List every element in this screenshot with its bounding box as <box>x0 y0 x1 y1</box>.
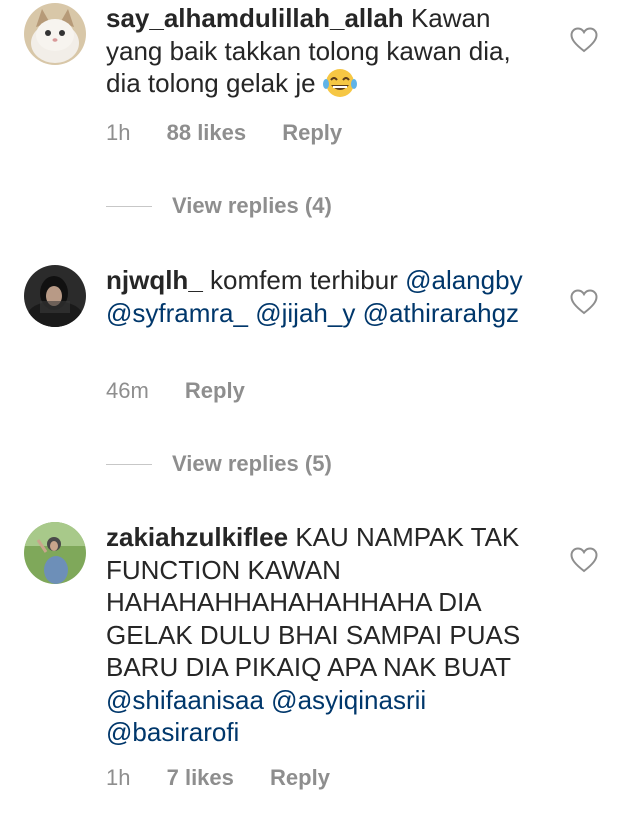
reply-button[interactable]: Reply <box>270 765 330 790</box>
comment-meta: 1h 88 likes Reply <box>106 120 372 146</box>
mention-link[interactable]: @asyiqinasrii <box>271 685 426 715</box>
comment-username[interactable]: zakiahzulkiflee <box>106 522 288 552</box>
laughing-emoji-icon <box>322 69 357 97</box>
heart-outline-icon[interactable] <box>570 547 598 573</box>
view-replies-button[interactable]: View replies (4) <box>106 191 332 221</box>
comment-time: 1h <box>106 120 131 145</box>
avatar-outdoor[interactable] <box>24 522 86 584</box>
mention-link[interactable]: @jijah_y <box>255 298 355 328</box>
view-replies-label: View replies (5) <box>172 451 332 476</box>
reply-button[interactable]: Reply <box>282 120 342 145</box>
view-replies-button[interactable]: View replies (5) <box>106 449 332 479</box>
comment-time: 46m <box>106 378 149 403</box>
comment-likes[interactable]: 88 likes <box>167 120 247 145</box>
comment-text: say_alhamdulillah_allah Kawan yang baik … <box>106 2 546 100</box>
comment-time: 1h <box>106 765 131 790</box>
comment-username[interactable]: njwqlh_ <box>106 265 203 295</box>
mention-link[interactable]: @shifaanisaa <box>106 685 264 715</box>
avatar-cat[interactable] <box>24 3 86 65</box>
heart-outline-icon[interactable] <box>570 289 598 315</box>
mention-link[interactable]: @alangby <box>405 265 522 295</box>
avatar-hijab-dark[interactable] <box>24 265 86 327</box>
comment-text: njwqlh_ komfem terhibur @alangby @syfram… <box>106 264 546 329</box>
mention-link[interactable]: @syframra_ <box>106 298 248 328</box>
heart-outline-icon[interactable] <box>570 27 598 53</box>
avatar-image <box>24 3 86 65</box>
comment-meta: 1h 7 likes Reply <box>106 765 360 791</box>
comment-body: komfem terhibur <box>210 265 398 295</box>
view-replies-label: View replies (4) <box>172 193 332 218</box>
reply-button[interactable]: Reply <box>185 378 245 403</box>
comment-meta: 46m Reply <box>106 378 275 404</box>
mention-link[interactable]: @basirarofi <box>106 717 239 747</box>
avatar-image <box>24 522 86 584</box>
view-replies-divider <box>106 463 152 465</box>
avatar-image <box>24 265 86 327</box>
comment-username[interactable]: say_alhamdulillah_allah <box>106 3 404 33</box>
view-replies-divider <box>106 205 152 207</box>
comment-likes[interactable]: 7 likes <box>167 765 234 790</box>
comment-text: zakiahzulkiflee KAU NAMPAK TAK FUNCTION … <box>106 521 546 749</box>
mention-link[interactable]: @athirarahgz <box>363 298 519 328</box>
